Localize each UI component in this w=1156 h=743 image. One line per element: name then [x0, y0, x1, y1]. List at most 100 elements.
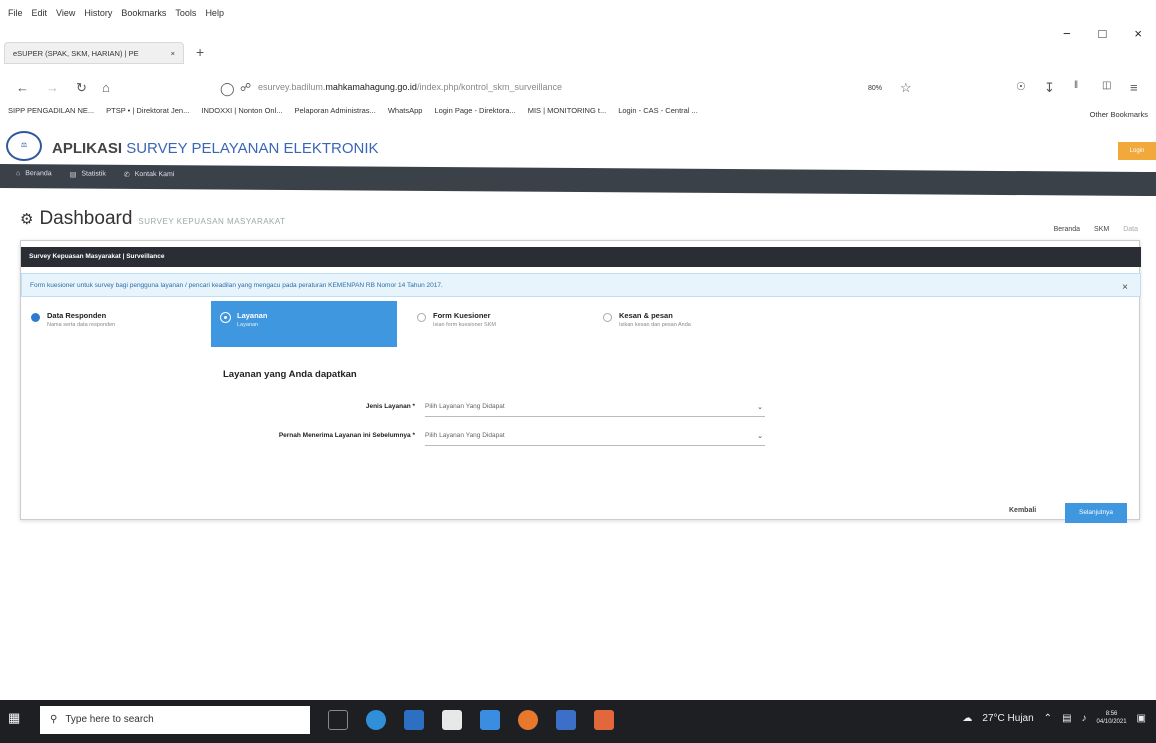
zoom-level[interactable]: 80% — [868, 85, 882, 92]
select-value: Pilih Layanan Yang Didapat — [425, 432, 505, 439]
app-title-highlight: SURVEY PELAYANAN ELEKTRONIK — [126, 140, 379, 157]
bookmark-indoxxi[interactable]: INDOXXI | Nonton Onl... — [201, 106, 282, 122]
forward-icon[interactable]: → — [46, 80, 59, 95]
clock[interactable]: 8:56 04/10/2021 — [1097, 710, 1127, 726]
menu-history[interactable]: History — [84, 8, 112, 26]
panel-heading: Survey Kepuasan Masyarakat | Surveillanc… — [21, 247, 1141, 267]
app-icon[interactable] — [594, 710, 614, 730]
download-icon[interactable]: ↧ — [1044, 80, 1055, 96]
tab-title: eSUPER (SPAK, SKM, HARIAN) | PE — [13, 49, 139, 58]
library-icon[interactable]: ‖ — [1074, 80, 1078, 91]
step-pending-icon — [417, 313, 426, 322]
windows-start-icon[interactable]: ▦ — [8, 710, 28, 730]
breadcrumb-skm[interactable]: SKM — [1094, 226, 1109, 233]
minimize-button[interactable]: − — [1063, 26, 1071, 41]
reload-icon[interactable]: ↻ — [76, 80, 87, 96]
breadcrumb-data: Data — [1123, 226, 1138, 233]
app-title: APLIKASI SURVEY PELAYANAN ELEKTRONIK — [52, 140, 379, 157]
cloud-icon: ☁ — [962, 712, 973, 724]
maximize-button[interactable]: □ — [1099, 26, 1107, 41]
edge-icon[interactable] — [366, 710, 386, 730]
step-desc: Isikan kesan dan pesan Anda — [619, 322, 691, 328]
pernah-menerima-select[interactable]: Pilih Layanan Yang Didapat ⌄ — [425, 426, 765, 446]
phone-icon: ✆ — [123, 171, 130, 179]
step-data-responden[interactable]: Data Responden Nama serta data responden — [21, 301, 211, 347]
browser-tab[interactable]: eSUPER (SPAK, SKM, HARIAN) | PE × — [4, 42, 184, 64]
menu-bookmarks[interactable]: Bookmarks — [121, 8, 166, 26]
network-icon[interactable]: ▤ — [1062, 713, 1071, 724]
windows-taskbar: ▦ ⚲ Type here to search ☁ 27°C Hujan ⌃ ▤… — [0, 700, 1156, 743]
home-icon[interactable]: ⌂ — [102, 80, 110, 95]
bookmark-sipp[interactable]: SIPP PENGADILAN NE... — [8, 106, 94, 122]
lock-icon: ☍ — [240, 82, 252, 94]
mail-icon[interactable] — [480, 710, 500, 730]
nav-beranda[interactable]: ⌂ Beranda — [16, 170, 52, 182]
nav-statistik-label: Statistik — [81, 170, 106, 178]
jenis-layanan-select[interactable]: Pilih Layanan Yang Didapat ⌄ — [425, 397, 765, 417]
bookmark-cas[interactable]: Login - CAS - Central ... — [618, 106, 698, 122]
tab-close-icon[interactable]: × — [171, 49, 175, 58]
volume-icon[interactable]: ♪ — [1082, 713, 1087, 724]
nav-statistik[interactable]: ▤ Statistik — [70, 170, 106, 182]
browser-navbar: ← → ↻ ⌂ ◯ ☍ esurvey.badilum.mahkamahagun… — [0, 76, 1156, 104]
chevron-down-icon: ⌄ — [757, 433, 763, 440]
app-nav: ⌂ Beranda ▤ Statistik ✆ Kontak Kami — [0, 163, 1156, 197]
bookmark-star-icon[interactable]: ☆ — [900, 80, 912, 96]
info-alert: Form kuesioner untuk survey bagi penggun… — [21, 273, 1141, 297]
bookmark-pelaporan[interactable]: Pelaporan Administras... — [295, 106, 376, 122]
app-title-main: APLIKASI — [52, 140, 123, 157]
gear-icon: ⚙ — [20, 211, 34, 228]
nav-kontak[interactable]: ✆ Kontak Kami — [124, 171, 175, 183]
breadcrumb-beranda[interactable]: Beranda — [1054, 226, 1080, 233]
chevron-down-icon: ⌄ — [757, 404, 763, 411]
step-pending-icon — [603, 313, 612, 322]
step-layanan[interactable]: Layanan Layanan — [211, 301, 397, 347]
step-desc: Nama serta data responden — [47, 322, 116, 328]
close-window-button[interactable]: × — [1134, 26, 1142, 41]
menu-edit[interactable]: Edit — [32, 8, 48, 26]
step-title: Kesan & pesan — [619, 311, 673, 320]
store-icon[interactable] — [442, 710, 462, 730]
search-placeholder: Type here to search — [65, 714, 154, 725]
task-view-icon[interactable] — [328, 710, 348, 730]
back-button[interactable]: Kembali — [1009, 507, 1036, 514]
step-active-icon — [221, 313, 230, 322]
chevron-up-icon[interactable]: ⌃ — [1044, 713, 1052, 724]
other-bookmarks[interactable]: Other Bookmarks — [1090, 110, 1148, 119]
back-icon[interactable]: ← — [16, 80, 29, 95]
firefox-icon[interactable] — [518, 710, 538, 730]
bookmark-login-page[interactable]: Login Page - Direktora... — [434, 106, 515, 122]
weather-text[interactable]: 27°C Hujan — [982, 713, 1033, 724]
url-bar[interactable]: esurvey.badilum.mahkamahagung.go.id/inde… — [258, 82, 678, 92]
step-form-kuesioner[interactable]: Form Kuesioner Isian form kuesioner SKM — [407, 301, 593, 347]
menu-tools[interactable]: Tools — [175, 8, 196, 26]
next-button[interactable]: Selanjutnya — [1065, 503, 1127, 523]
alert-close-icon[interactable]: × — [1122, 282, 1128, 293]
bookmark-mis[interactable]: MIS | MONITORING t... — [528, 106, 606, 122]
menu-help[interactable]: Help — [205, 8, 224, 26]
word-icon[interactable] — [556, 710, 576, 730]
app-header: ⚖ APLIKASI SURVEY PELAYANAN ELEKTRONIK L… — [0, 130, 1156, 166]
court-logo-icon: ⚖ — [6, 131, 42, 161]
taskbar-search[interactable]: ⚲ Type here to search — [40, 706, 310, 734]
browser-menubar: File Edit View History Bookmarks Tools H… — [8, 8, 224, 26]
new-tab-button[interactable]: + — [196, 44, 204, 60]
sidebar-icon[interactable]: ◫ — [1102, 80, 1111, 91]
notification-icon[interactable]: ▣ — [1137, 713, 1146, 724]
url-prefix: esurvey.badilum. — [258, 82, 326, 92]
step-done-icon — [31, 313, 40, 322]
pocket-icon[interactable]: ☉ — [1016, 80, 1026, 93]
page-subtitle: SURVEY KEPUASAN MASYARAKAT — [138, 217, 286, 226]
step-desc: Layanan — [237, 322, 259, 328]
step-kesan-pesan[interactable]: Kesan & pesan Isikan kesan dan pesan Anda — [593, 301, 779, 347]
bookmark-ptsp[interactable]: PTSP • | Direktorat Jen... — [106, 106, 189, 122]
step-title: Data Responden — [47, 311, 107, 320]
menu-view[interactable]: View — [56, 8, 75, 26]
menu-file[interactable]: File — [8, 8, 23, 26]
hamburger-menu-icon[interactable]: ≡ — [1130, 80, 1138, 95]
field-label: Jenis Layanan * — [365, 403, 415, 410]
mail-app-icon[interactable] — [404, 710, 424, 730]
bookmark-whatsapp[interactable]: WhatsApp — [388, 106, 423, 122]
step-title: Layanan — [237, 311, 268, 320]
login-button[interactable]: Login — [1118, 142, 1156, 160]
